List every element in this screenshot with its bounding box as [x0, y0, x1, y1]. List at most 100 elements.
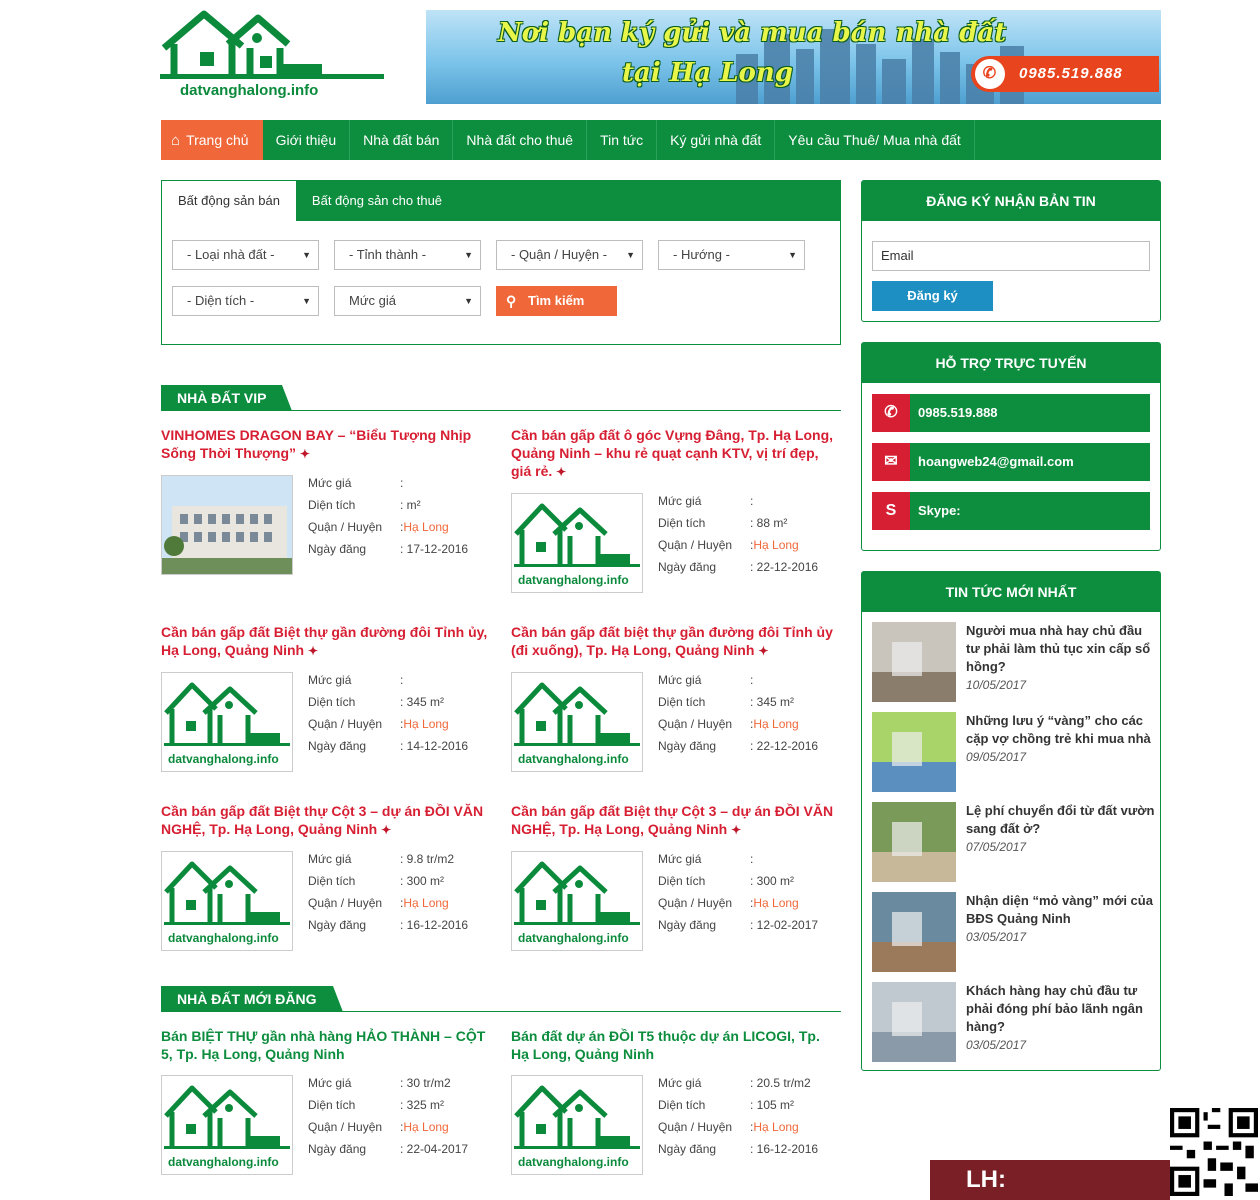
- listing-title[interactable]: Cần bán gấp đất Biệt thự Cột 3 – dự án Đ…: [161, 802, 491, 839]
- area-row: Diện tích: 105 m²: [658, 1094, 818, 1116]
- district-label: Quận / Huyện: [658, 538, 733, 552]
- email-field[interactable]: Email: [872, 241, 1150, 271]
- listing-title-text: Bán đất dự án ĐỒI T5 thuộc dự án LICOGI,…: [511, 1028, 820, 1062]
- nav-item-about[interactable]: Giới thiệu: [263, 120, 351, 160]
- support-phone[interactable]: ✆ 0985.519.888: [872, 394, 1150, 432]
- listing-thumbnail[interactable]: datvanghalong.info: [511, 851, 643, 951]
- listing-thumbnail[interactable]: datvanghalong.info: [511, 672, 643, 772]
- listing-title[interactable]: Cần bán gấp đất Biệt thự gần đường đôi T…: [161, 623, 491, 660]
- district-link[interactable]: Hạ Long: [753, 713, 798, 735]
- nav-item-request[interactable]: Yêu cầu Thuê/ Mua nhà đất: [775, 120, 975, 160]
- district-link[interactable]: Hạ Long: [753, 1116, 798, 1138]
- listing-row: datvanghalong.info Mức giá: Diện tích: 88 …: [511, 493, 841, 593]
- price-row: Mức giá:: [658, 669, 818, 691]
- news-thumbnail[interactable]: [872, 802, 956, 882]
- area-label: Diện tích: [308, 695, 356, 709]
- search-button[interactable]: ⚲ Tìm kiếm: [496, 286, 617, 316]
- district-link[interactable]: Hạ Long: [753, 892, 798, 914]
- news-thumbnail[interactable]: [872, 982, 956, 1062]
- district-label: Quận / Huyện: [308, 520, 383, 534]
- listing-row: datvanghalong.info Mức giá: 9.8 tr/m2 Diện…: [161, 851, 491, 951]
- district-link[interactable]: Hạ Long: [403, 713, 448, 735]
- nav-item-news[interactable]: Tin tức: [587, 120, 658, 160]
- news-title-link[interactable]: Người mua nhà hay chủ đầu tư phải làm th…: [966, 622, 1156, 694]
- date-row: Ngày đăng: 22-04-2017: [308, 1138, 468, 1160]
- register-button[interactable]: Đăng ký: [872, 281, 993, 311]
- price-label: Mức giá: [308, 476, 352, 490]
- tab-rent[interactable]: Bất động sản cho thuê: [296, 181, 458, 221]
- price-select[interactable]: Mức giá ▼: [334, 286, 481, 316]
- nav-item-home[interactable]: ⌂ Trang chủ: [161, 120, 263, 160]
- placeholder-logo-icon: datvanghalong.info: [514, 682, 640, 766]
- listing-title[interactable]: Cần bán gấp đất Biệt thự Cột 3 – dự án Đ…: [511, 802, 841, 839]
- hot-badge-icon: ✦: [556, 465, 567, 479]
- district-row: Quận / Huyện: Hạ Long: [658, 892, 818, 914]
- price-value: : 30 tr/m2: [400, 1076, 451, 1090]
- placeholder-logo-icon: datvanghalong.info: [514, 861, 640, 945]
- date-label: Ngày đăng: [658, 1142, 717, 1156]
- listing-thumbnail[interactable]: datvanghalong.info: [161, 851, 293, 951]
- province-select[interactable]: - Tỉnh thành - ▼: [334, 240, 481, 270]
- listing-title[interactable]: Bán BIỆT THỰ gần nhà hàng HẢO THÀNH – CỘ…: [161, 1027, 491, 1063]
- direction-select[interactable]: - Hướng - ▼: [658, 240, 805, 270]
- news-thumbnail[interactable]: [872, 622, 956, 702]
- property-type-select[interactable]: - Loại nhà đất - ▼: [172, 240, 319, 270]
- listing-title[interactable]: Bán đất dự án ĐỒI T5 thuộc dự án LICOGI,…: [511, 1027, 841, 1063]
- site-logo[interactable]: datvanghalong.info: [160, 8, 385, 108]
- district-link[interactable]: Hạ Long: [403, 516, 448, 538]
- logo-text: datvanghalong.info: [180, 82, 319, 99]
- listing-title[interactable]: Cần bán gấp đất biệt thự gần đường đôi T…: [511, 623, 841, 660]
- listing-title[interactable]: VINHOMES DRAGON BAY – “Biểu Tượng Nhịp S…: [161, 426, 491, 463]
- svg-text:datvanghalong.info: datvanghalong.info: [518, 931, 629, 945]
- district-link[interactable]: Hạ Long: [403, 892, 448, 914]
- banner-phone[interactable]: ✆ 0985.519.888: [971, 56, 1159, 92]
- nav-item-sale[interactable]: Nhà đất bán: [350, 120, 454, 160]
- nav-item-rent[interactable]: Nhà đất cho thuê: [453, 120, 588, 160]
- news-title-link[interactable]: Nhận diện “mỏ vàng” mới của BĐS Quảng Ni…: [966, 892, 1156, 946]
- area-value: : 88 m²: [750, 516, 788, 530]
- main-nav: ⌂ Trang chủ Giới thiệu Nhà đất bán Nhà đấ…: [161, 120, 1161, 160]
- placeholder-logo-icon: datvanghalong.info: [164, 682, 290, 766]
- listing-thumbnail[interactable]: [161, 475, 293, 575]
- price-value: :: [400, 673, 404, 687]
- price-label: Mức giá: [658, 673, 702, 687]
- contact-badge[interactable]: LH: hoangweb.net: [930, 1160, 1170, 1200]
- news-item: Nhận diện “mỏ vàng” mới của BĐS Quảng Ni…: [872, 892, 1154, 972]
- listing-thumbnail[interactable]: datvanghalong.info: [161, 1075, 293, 1175]
- select-value: - Tỉnh thành -: [349, 247, 427, 262]
- district-link[interactable]: Hạ Long: [403, 1116, 448, 1138]
- listing-title[interactable]: Cần bán gấp đất ô góc Vựng Đâng, Tp. Hạ …: [511, 426, 841, 481]
- news-title-text: Người mua nhà hay chủ đầu tư phải làm th…: [966, 623, 1151, 674]
- area-row: Diện tích: 300 m²: [308, 870, 468, 892]
- news-title-link[interactable]: Những lưu ý “vàng” cho các cặp vợ chồng …: [966, 712, 1156, 766]
- district-link[interactable]: Hạ Long: [753, 534, 798, 556]
- mail-icon: ✉: [872, 443, 910, 481]
- listing-item: Bán đất dự án ĐỒI T5 thuộc dự án LICOGI,…: [511, 1027, 841, 1175]
- search-box: Bất động sản bán Bất động sản cho thuê -…: [161, 180, 841, 345]
- listing-thumbnail[interactable]: datvanghalong.info: [161, 672, 293, 772]
- listing-thumbnail[interactable]: datvanghalong.info: [511, 1075, 643, 1175]
- listing-info: Mức giá: Diện tích: 300 m² Quận / Huyện: H…: [658, 848, 818, 936]
- price-value: :: [750, 852, 754, 866]
- search-icon: ⚲: [506, 293, 517, 309]
- support-email[interactable]: ✉ hoangweb24@gmail.com: [872, 443, 1150, 481]
- district-label: Quận / Huyện: [308, 896, 383, 910]
- news-title-link[interactable]: Khách hàng hay chủ đầu tư phải đóng phí …: [966, 982, 1156, 1054]
- area-row: Diện tích: 325 m²: [308, 1094, 468, 1116]
- news-thumbnail[interactable]: [872, 712, 956, 792]
- tab-sale[interactable]: Bất động sản bán: [162, 181, 296, 222]
- listing-thumbnail[interactable]: datvanghalong.info: [511, 493, 643, 593]
- area-select[interactable]: - Diện tích - ▼: [172, 286, 319, 316]
- price-value: : 9.8 tr/m2: [400, 852, 455, 866]
- area-row: Diện tích: 345 m²: [658, 691, 818, 713]
- area-row: Diện tích: 88 m²: [658, 512, 818, 534]
- support-skype[interactable]: S Skype:: [872, 492, 1150, 530]
- news-title-link[interactable]: Lệ phí chuyển đổi từ đất vườn sang đất ở…: [966, 802, 1156, 856]
- date-label: Ngày đăng: [308, 739, 367, 753]
- news-thumbnail[interactable]: [872, 892, 956, 972]
- nav-item-consign[interactable]: Ký gửi nhà đất: [657, 120, 776, 160]
- date-row: Ngày đăng: 16-12-2016: [308, 914, 468, 936]
- placeholder-logo-icon: datvanghalong.info: [164, 1085, 290, 1169]
- district-select[interactable]: - Quận / Huyện - ▼: [496, 240, 643, 270]
- header-banner[interactable]: Nơi bạn ký gửi và mua bán nhà đất tại Hạ…: [426, 10, 1161, 104]
